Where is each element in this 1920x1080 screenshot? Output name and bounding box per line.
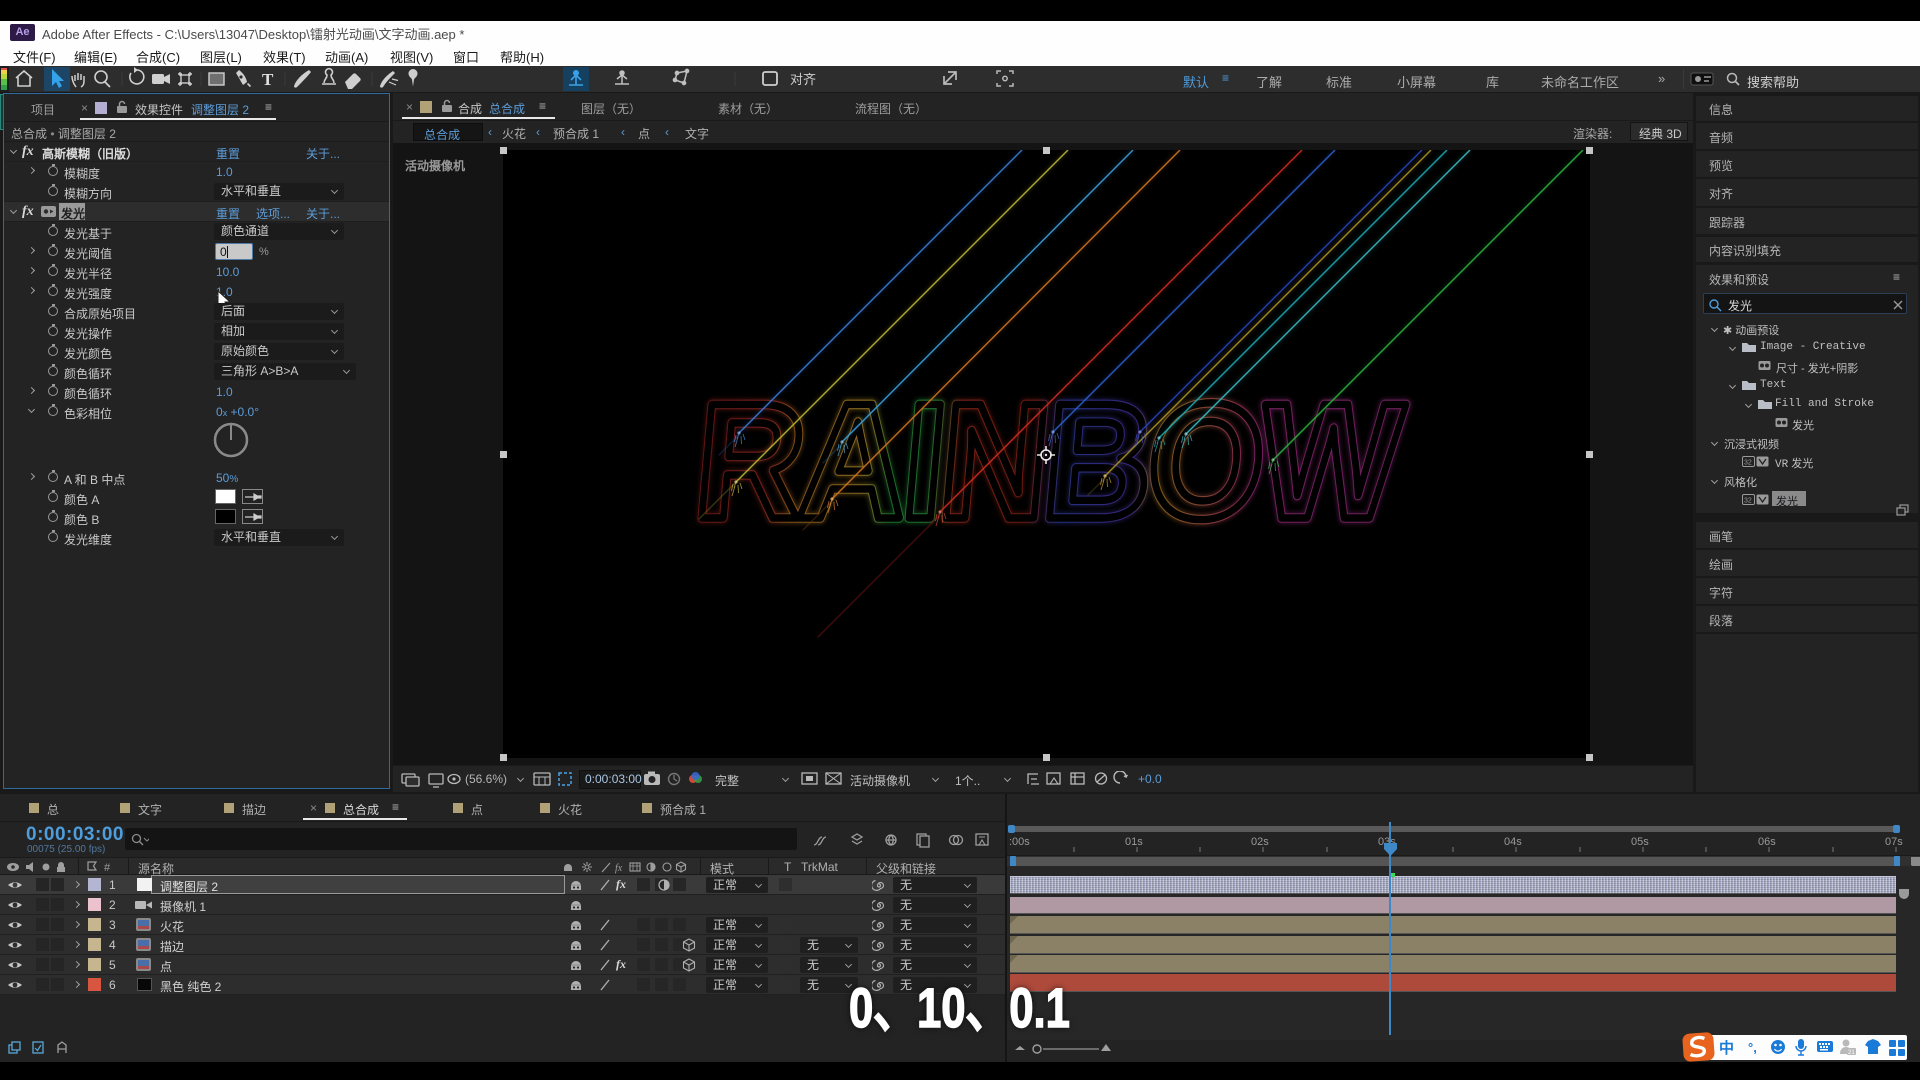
svg-text:T: T [262,70,274,89]
svg-text:32: 32 [1744,460,1752,467]
svg-text:21: 21 [1848,1050,1855,1056]
svg-text:对齐: 对齐 [790,72,816,87]
svg-text:°,: °, [1748,1040,1757,1055]
svg-text:中: 中 [1719,1039,1734,1057]
svg-text:fx: fx [615,863,623,874]
svg-text:#: # [104,862,111,873]
svg-text:RAINBOW: RAINBOW [689,369,1410,554]
svg-text:32: 32 [1744,498,1752,505]
